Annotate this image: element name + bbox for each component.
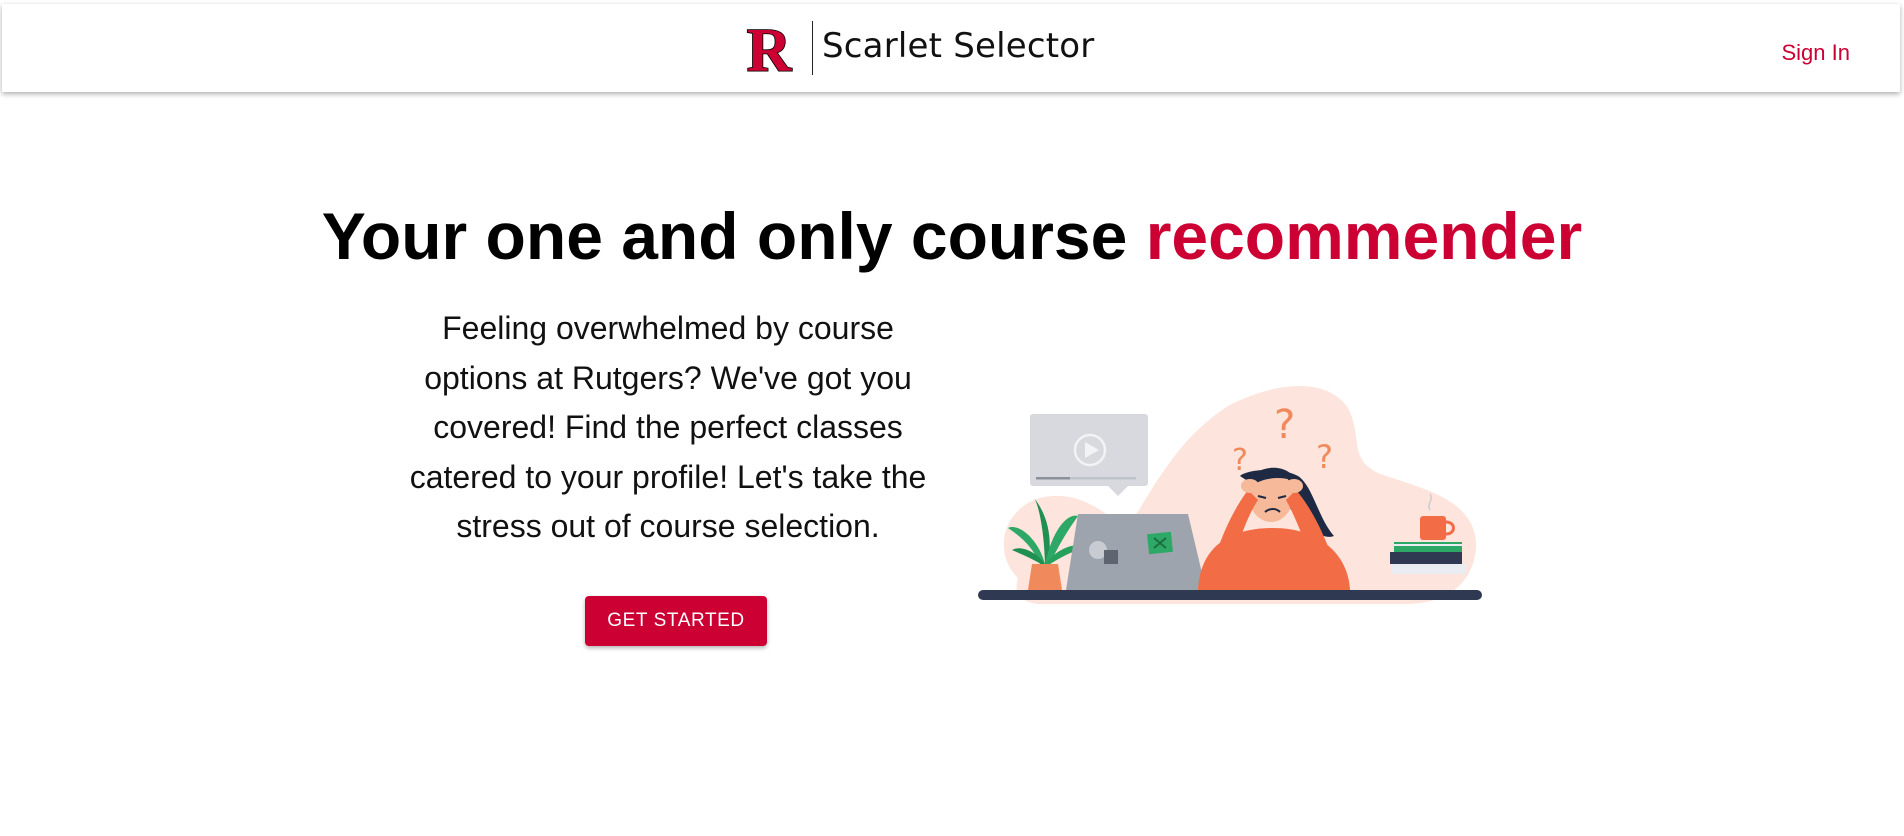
hero-description: Feeling overwhelmed by course options at… (409, 310, 927, 544)
svg-text:?: ? (1316, 438, 1333, 476)
svg-text:?: ? (1232, 443, 1248, 478)
laptop-icon (1066, 514, 1206, 590)
brand-divider (812, 21, 813, 75)
hero-title-accent: recommender (1145, 199, 1583, 273)
brand[interactable]: R Scarlet Selector (737, 18, 1094, 78)
stressed-student-illustration: ? ? ? (978, 386, 1482, 604)
svg-text:?: ? (1274, 402, 1295, 448)
rutgers-logo-icon: R (746, 20, 794, 76)
video-bubble-icon (1030, 414, 1148, 496)
sign-in-link[interactable]: Sign In (1782, 40, 1851, 66)
brand-name: Scarlet Selector (822, 26, 1095, 66)
hero-title: Your one and only course recommender (0, 200, 1904, 273)
get-started-button[interactable]: GET STARTED (585, 596, 767, 646)
desk-surface (978, 590, 1482, 600)
logo-letter: R (747, 20, 793, 76)
hero-title-main: Your one and only course (321, 199, 1146, 273)
top-header: R Scarlet Selector Sign In (2, 4, 1900, 92)
